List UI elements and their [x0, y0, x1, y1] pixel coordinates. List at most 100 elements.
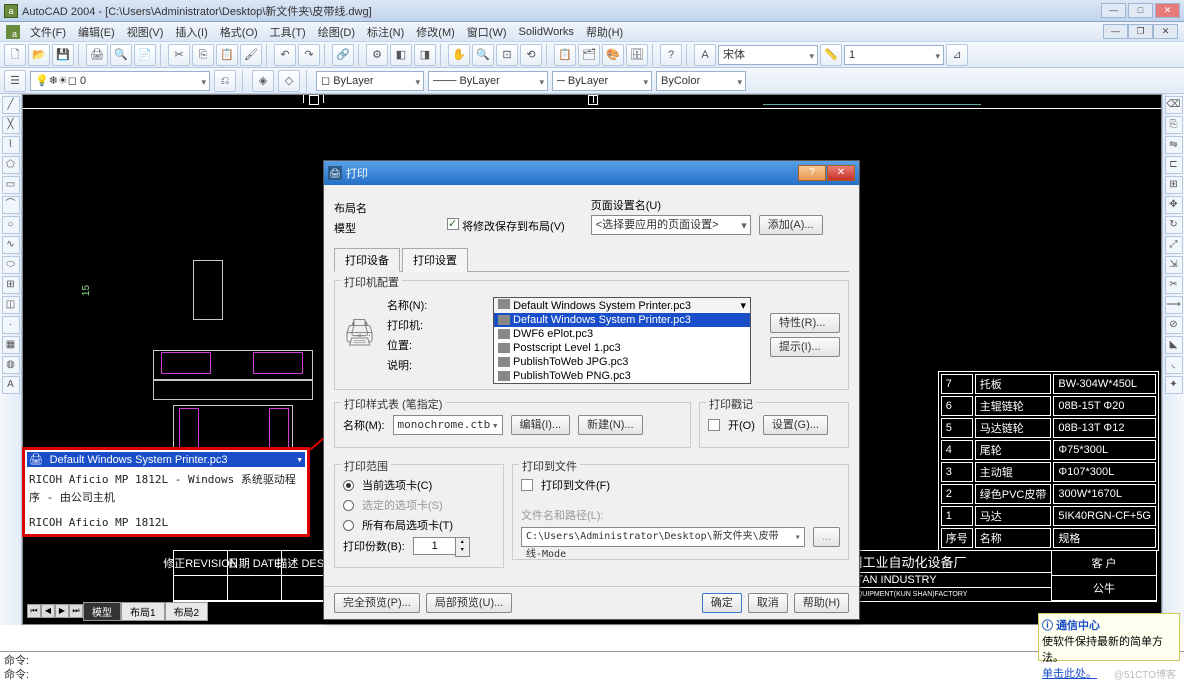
stretch-icon[interactable]: ⇲	[1165, 256, 1183, 274]
xline-icon[interactable]: ╳	[2, 116, 20, 134]
printer-option-2[interactable]: Postscript Level 1.pc3	[494, 341, 750, 355]
props-button[interactable]: 特性(R)...	[770, 313, 840, 333]
path-dropdown[interactable]: C:\Users\Administrator\Desktop\新文件夹\皮带线-…	[521, 527, 805, 547]
add-button[interactable]: 添加(A)...	[759, 215, 823, 235]
font-dropdown[interactable]: 宋体	[718, 45, 818, 65]
doc-minimize-button[interactable]: —	[1103, 24, 1128, 39]
partial-preview-button[interactable]: 局部预览(U)...	[426, 593, 512, 613]
zoom-icon[interactable]: 🔍	[472, 44, 494, 66]
tab-prev-icon[interactable]: ◀	[41, 604, 55, 618]
text-icon[interactable]: A	[694, 44, 716, 66]
menu-file[interactable]: 文件(F)	[24, 22, 72, 42]
range-current-radio[interactable]	[343, 480, 354, 491]
mirror-icon[interactable]: ⇋	[1165, 136, 1183, 154]
callout-selected[interactable]: 🖨 Default Windows System Printer.pc3	[27, 452, 305, 467]
menu-tools[interactable]: 工具(T)	[264, 22, 312, 42]
block-icon[interactable]: ◫	[2, 296, 20, 314]
tab-print-settings[interactable]: 打印设置	[402, 248, 468, 272]
stamp-set-button[interactable]: 设置(G)...	[763, 415, 828, 435]
dialog-titlebar[interactable]: 🖨 打印 ? ✕	[324, 161, 859, 185]
move-icon[interactable]: ✥	[1165, 196, 1183, 214]
tofile-checkbox[interactable]	[521, 479, 533, 491]
doc-close-button[interactable]: ✕	[1153, 24, 1178, 39]
explode-icon[interactable]: ✦	[1165, 376, 1183, 394]
props-icon[interactable]: 📋	[554, 44, 576, 66]
new-icon[interactable]: 🗋	[4, 44, 26, 66]
style-dropdown[interactable]: monochrome.ctb	[393, 415, 503, 435]
notif-link[interactable]: 单击此处。	[1042, 668, 1097, 680]
cancel-button[interactable]: 取消	[748, 593, 788, 613]
dialog-help-button[interactable]: ?	[798, 165, 826, 181]
tab-print-device[interactable]: 打印设备	[334, 248, 400, 272]
offset-icon[interactable]: ⊏	[1165, 156, 1183, 174]
tab-layout2[interactable]: 布局2	[165, 602, 209, 621]
array-icon[interactable]: ⊞	[1165, 176, 1183, 194]
menu-solidworks[interactable]: SolidWorks	[513, 24, 580, 40]
break-icon[interactable]: ⊘	[1165, 316, 1183, 334]
printer-option-3[interactable]: PublishToWeb JPG.pc3	[494, 355, 750, 369]
lm1-icon[interactable]: ◈	[252, 70, 274, 92]
printer-dd-header[interactable]: Default Windows System Printer.pc3	[494, 298, 750, 313]
save-icon[interactable]: 💾	[52, 44, 74, 66]
tab-last-icon[interactable]: ⏭	[69, 604, 83, 618]
tool3-icon[interactable]: ◨	[414, 44, 436, 66]
lm2-icon[interactable]: ◇	[278, 70, 300, 92]
db-icon[interactable]: 🗄	[626, 44, 648, 66]
full-preview-button[interactable]: 完全预览(P)...	[334, 593, 420, 613]
dim2-icon[interactable]: ⊿	[946, 44, 968, 66]
pline-icon[interactable]: ⌇	[2, 136, 20, 154]
num-dropdown[interactable]: 1	[844, 45, 944, 65]
line-icon[interactable]: ╱	[2, 96, 20, 114]
arc-icon[interactable]: ⌒	[2, 196, 20, 214]
printer-option-4[interactable]: PublishToWeb PNG.pc3	[494, 369, 750, 383]
text2-icon[interactable]: A	[2, 376, 20, 394]
menu-insert[interactable]: 插入(I)	[169, 22, 213, 42]
menu-dim[interactable]: 标注(N)	[361, 22, 410, 42]
pan-icon[interactable]: ✋	[448, 44, 470, 66]
rotate-icon[interactable]: ↻	[1165, 216, 1183, 234]
menu-help[interactable]: 帮助(H)	[580, 22, 629, 42]
menu-draw[interactable]: 绘图(D)	[312, 22, 361, 42]
save-layout-checkbox[interactable]	[447, 218, 459, 230]
lineweight-dropdown[interactable]: ─ ByLayer	[552, 71, 652, 91]
extend-icon[interactable]: ⟶	[1165, 296, 1183, 314]
cut-icon[interactable]: ✂	[168, 44, 190, 66]
copies-input[interactable]: 1	[413, 537, 457, 555]
doc-restore-button[interactable]: ❐	[1128, 24, 1153, 39]
print-icon[interactable]: 🖨	[86, 44, 108, 66]
paste-icon[interactable]: 📋	[216, 44, 238, 66]
help-icon[interactable]: ?	[660, 44, 682, 66]
open-icon[interactable]: 📂	[28, 44, 50, 66]
edit-button[interactable]: 编辑(I)...	[511, 415, 571, 435]
copy-icon[interactable]: ⎘	[192, 44, 214, 66]
notification-balloon[interactable]: ⓘ 通信中心 使软件保持最新的简单方法。 单击此处。	[1038, 613, 1180, 661]
fillet-icon[interactable]: ◟	[1165, 356, 1183, 374]
link-icon[interactable]: 🔗	[332, 44, 354, 66]
range-all-radio[interactable]	[343, 520, 354, 531]
point-icon[interactable]: ·	[2, 316, 20, 334]
page-setup-dropdown[interactable]: <选择要应用的页面设置>	[591, 215, 751, 235]
chamfer-icon[interactable]: ◣	[1165, 336, 1183, 354]
printer-option-0[interactable]: Default Windows System Printer.pc3	[494, 313, 750, 327]
dialog-close-button[interactable]: ✕	[827, 165, 855, 181]
hatch-icon[interactable]: ▦	[2, 336, 20, 354]
tab-first-icon[interactable]: ⏮	[27, 604, 41, 618]
trim-icon[interactable]: ✂	[1165, 276, 1183, 294]
command-line[interactable]: 命令: 命令:	[0, 651, 1184, 685]
menu-edit[interactable]: 编辑(E)	[72, 22, 121, 42]
spline-icon[interactable]: ∿	[2, 236, 20, 254]
maximize-button[interactable]: □	[1128, 3, 1153, 18]
copy2-icon[interactable]: ⎘	[1165, 116, 1183, 134]
zoomprev-icon[interactable]: ⟲	[520, 44, 542, 66]
dim-icon[interactable]: 📏	[820, 44, 842, 66]
range-selected-radio[interactable]	[343, 500, 354, 511]
rect-icon[interactable]: ▭	[2, 176, 20, 194]
layer-dropdown[interactable]: 💡❄☀◻ 0	[30, 71, 210, 91]
publish-icon[interactable]: 📄	[134, 44, 156, 66]
ellipse-icon[interactable]: ⬭	[2, 256, 20, 274]
zoomwin-icon[interactable]: ⊡	[496, 44, 518, 66]
tab-next-icon[interactable]: ▶	[55, 604, 69, 618]
undo-icon[interactable]: ↶	[274, 44, 296, 66]
menu-modify[interactable]: 修改(M)	[410, 22, 461, 42]
match-icon[interactable]: 🖌	[240, 44, 262, 66]
